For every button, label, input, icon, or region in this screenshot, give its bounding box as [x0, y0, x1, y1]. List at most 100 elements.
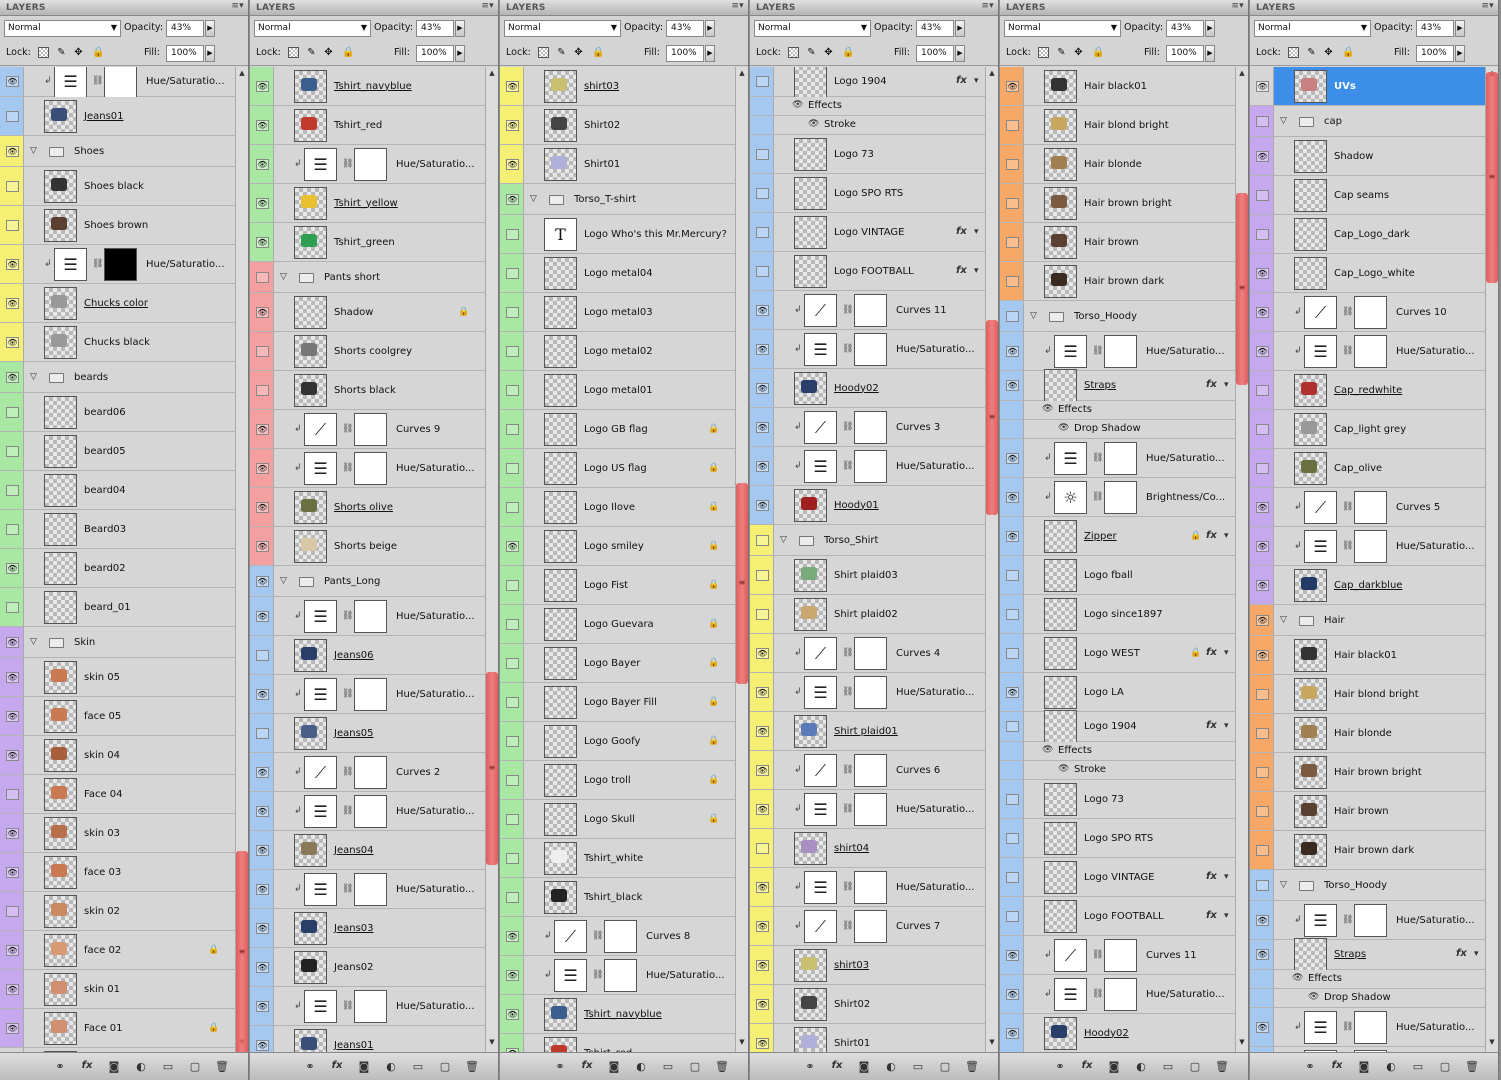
curves-icon[interactable]: ⟋ — [1054, 939, 1087, 972]
layer-row[interactable]: 👁 ↲ ☰ ⛓ Hue/Saturatio... — [250, 675, 498, 714]
eye-icon[interactable]: 👁 — [506, 970, 519, 981]
layer-thumbnail[interactable] — [44, 435, 77, 468]
opacity-arrow-icon[interactable]: ▶ — [955, 20, 965, 37]
layer-thumbnail[interactable] — [1294, 938, 1327, 971]
layer-thumbnail[interactable] — [1294, 639, 1327, 672]
layer-mask-thumbnail[interactable] — [354, 990, 387, 1023]
layer-thumbnail[interactable] — [794, 715, 827, 748]
visibility-toggle[interactable] — [756, 609, 769, 620]
eye-icon[interactable]: 👁 — [256, 1001, 269, 1012]
visibility-toggle[interactable] — [1256, 463, 1269, 474]
layer-mask-thumbnail[interactable] — [854, 754, 887, 787]
layer-thumbnail[interactable] — [294, 834, 327, 867]
fx-icon[interactable]: fx — [956, 75, 967, 86]
effect-row[interactable]: 👁 Drop Shadow — [1000, 420, 1248, 439]
layer-mask-thumbnail[interactable] — [354, 756, 387, 789]
layer-row[interactable]: Logo FOOTBALL fx ▾ — [1000, 897, 1248, 936]
layer-row[interactable]: Shirt plaid03 — [750, 556, 998, 595]
layer-thumbnail[interactable] — [1044, 710, 1077, 743]
layer-row[interactable]: beard05 — [0, 432, 248, 471]
eye-icon[interactable]: 👁 — [6, 711, 19, 722]
eye-icon[interactable]: 👁 — [256, 1040, 269, 1051]
curves-icon[interactable]: ⟋ — [304, 413, 337, 446]
hue-saturation-icon[interactable]: ☰ — [1054, 442, 1087, 475]
eye-icon[interactable]: 👁 — [506, 81, 519, 92]
opacity-arrow-icon[interactable]: ▶ — [455, 20, 465, 37]
hue-saturation-icon[interactable]: ☰ — [804, 676, 837, 709]
layer-row[interactable]: shirt04 — [750, 829, 998, 868]
layer-mask-thumbnail[interactable] — [354, 678, 387, 711]
layer-thumbnail[interactable] — [294, 530, 327, 563]
layer-row[interactable]: 👁 ↲☼ ⛓ Brightness/Co... — [1000, 478, 1248, 517]
layer-row[interactable]: 👁 Chucks black — [0, 323, 248, 362]
layer-row[interactable]: Hair brown dark — [1250, 831, 1498, 870]
layer-row[interactable]: 👁 ↲ ☰ ⛓ Hue/Saturatio... — [250, 792, 498, 831]
fill-arrow-icon[interactable]: ▶ — [455, 45, 465, 62]
layer-row[interactable]: Tshirt_black — [500, 878, 748, 917]
layer-thumbnail[interactable] — [794, 949, 827, 982]
visibility-toggle[interactable] — [506, 307, 519, 318]
layer-thumbnail[interactable] — [1294, 413, 1327, 446]
lock-paint-icon[interactable]: ✎ — [806, 47, 817, 58]
lock-move-icon[interactable]: ✥ — [323, 47, 334, 58]
fill-arrow-icon[interactable]: ▶ — [205, 45, 215, 62]
lock-transparency-icon[interactable] — [788, 47, 799, 58]
layer-row[interactable]: Logo 1904 fx ▾ — [750, 67, 998, 98]
layer-mask-thumbnail[interactable] — [104, 67, 137, 98]
lock-move-icon[interactable]: ✥ — [573, 47, 584, 58]
layer-row[interactable]: Logo 73 — [1000, 780, 1248, 819]
visibility-toggle[interactable] — [506, 385, 519, 396]
layer-row[interactable]: Tshirt_white — [500, 839, 748, 878]
layer-row[interactable]: 👁 ↲ ☰ ⛓ Hue/Saturatio... — [500, 956, 748, 995]
layer-thumbnail[interactable] — [794, 372, 827, 405]
layer-row[interactable]: 👁 skin 05 — [0, 658, 248, 697]
eye-icon[interactable]: 👁 — [756, 344, 769, 355]
layer-thumbnail[interactable] — [1044, 822, 1077, 855]
effect-row[interactable]: 👁 Stroke — [750, 116, 998, 135]
lock-all-icon[interactable]: 🔒 — [92, 47, 104, 58]
adjustment-icon[interactable]: ◐ — [1133, 1060, 1149, 1073]
layer-thumbnail[interactable] — [1044, 900, 1077, 933]
expand-effects-icon[interactable]: ▾ — [1224, 380, 1229, 390]
blend-mode-select[interactable]: Normal ▼ — [754, 20, 871, 37]
scroll-down-icon[interactable]: ▼ — [986, 1038, 998, 1050]
visibility-toggle[interactable] — [1006, 237, 1019, 248]
eye-icon[interactable]: 👁 — [6, 337, 19, 348]
layer-row[interactable]: Beard03 — [0, 510, 248, 549]
scroll-up-icon[interactable]: ▲ — [486, 69, 498, 81]
hue-saturation-icon[interactable]: ☰ — [304, 452, 337, 485]
layer-row[interactable]: 👁 Hair black01 — [1250, 636, 1498, 675]
layer-mask-thumbnail[interactable] — [854, 871, 887, 904]
eye-icon[interactable]: 👁 — [1256, 541, 1269, 552]
layer-row[interactable]: 👁 Hoody01 — [750, 486, 998, 525]
layer-thumbnail[interactable] — [1044, 187, 1077, 220]
trash-icon[interactable]: 🗑 — [214, 1060, 230, 1073]
layer-row[interactable]: 👁 ↲ ⟋ ⛓ Curves 2 — [250, 753, 498, 792]
layer-thumbnail[interactable] — [44, 934, 77, 967]
opacity-input[interactable]: 43% — [1166, 20, 1204, 37]
folder-icon[interactable]: ▭ — [660, 1060, 676, 1073]
visibility-toggle[interactable] — [1256, 424, 1269, 435]
layer-row[interactable]: beard04 — [0, 471, 248, 510]
fx-icon[interactable]: fx — [829, 1060, 845, 1071]
eye-icon[interactable]: 👁 — [1256, 615, 1269, 626]
hue-saturation-icon[interactable]: ☰ — [1054, 978, 1087, 1011]
eye-icon[interactable]: 👁 — [1006, 950, 1019, 961]
hue-saturation-icon[interactable]: ☰ — [1304, 1011, 1337, 1044]
layer-thumbnail[interactable] — [1044, 109, 1077, 142]
adjustment-icon[interactable]: ◐ — [383, 1060, 399, 1073]
panel-menu-icon[interactable]: ≡▾ — [231, 1, 244, 11]
visibility-toggle[interactable] — [506, 619, 519, 630]
curves-icon[interactable]: ⟋ — [804, 637, 837, 670]
layer-group[interactable]: ▽ Torso_Hoody — [1250, 870, 1498, 901]
layer-row[interactable]: 👁 ↲ ☰ ⛓ Hue/Saturatio... — [1000, 439, 1248, 478]
layer-row[interactable]: 👁 Straps fx ▾ — [1000, 369, 1248, 402]
scrollbar-thumb[interactable]: ≡ — [736, 483, 748, 684]
folder-icon[interactable]: ▭ — [1160, 1060, 1176, 1073]
scroll-down-icon[interactable]: ▼ — [736, 1038, 748, 1050]
eye-icon[interactable]: 👁 — [6, 146, 19, 157]
opacity-input[interactable]: 43% — [416, 20, 454, 37]
layer-mask-thumbnail[interactable] — [604, 920, 637, 953]
eye-icon[interactable]: 👁 — [256, 541, 269, 552]
layer-mask-thumbnail[interactable] — [354, 413, 387, 446]
